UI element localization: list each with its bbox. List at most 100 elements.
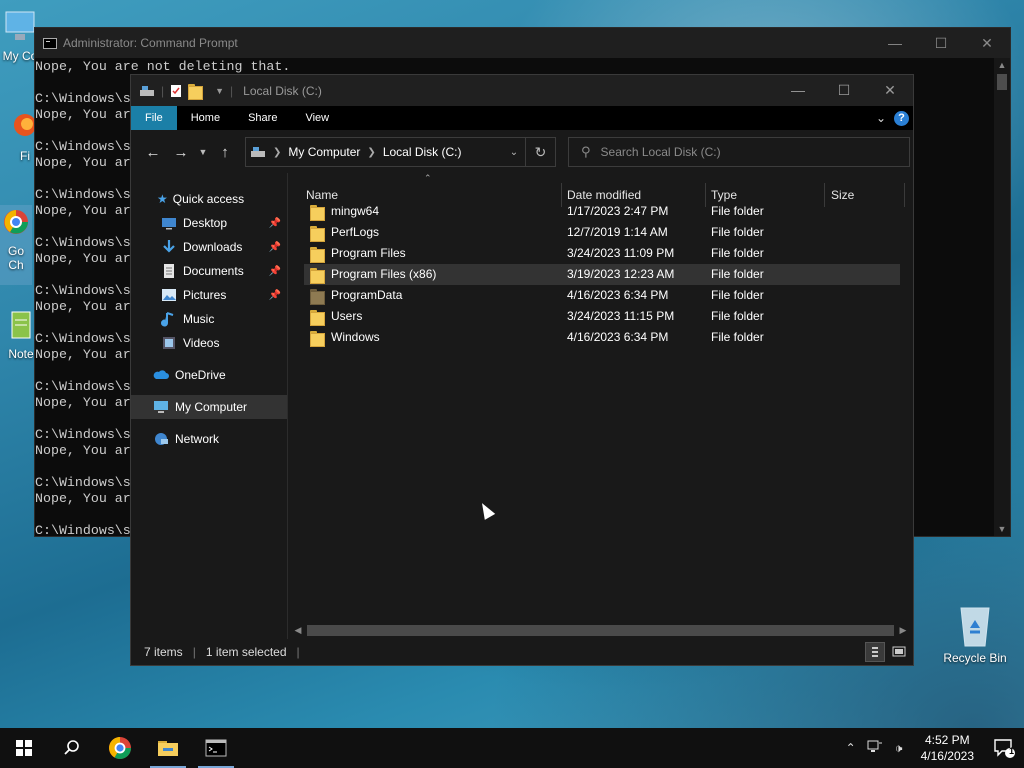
network-status-icon[interactable] [863,740,887,757]
desktop-icon-google-chrome[interactable]: Go Ch [0,205,32,285]
file-name: Program Files (x86) [331,267,437,281]
file-date-modified: 1/17/2023 2:47 PM [567,204,669,218]
sidebar-item-music[interactable]: Music [131,307,287,331]
pin-icon[interactable]: 📌 [269,266,281,277]
minimize-button[interactable]: — [775,82,821,99]
downloads-icon [163,240,175,253]
pin-icon[interactable]: 📌 [269,218,281,229]
breadcrumb-my-computer[interactable]: My Computer [288,145,360,159]
breadcrumb-chevron-icon[interactable]: ❯ [367,147,375,158]
sidebar-item-label: Desktop [183,216,228,230]
search-box[interactable]: ⚲ [568,137,910,167]
explorer-title: Local Disk (C:) [243,83,322,98]
table-row[interactable]: PerfLogs 12/7/2019 1:14 AM File folder [304,222,900,243]
table-row[interactable]: mingw64 1/17/2023 2:47 PM File folder [304,201,900,222]
sidebar-item-documents[interactable]: Documents 📌 [131,259,287,283]
sidebar-item-label: Pictures [183,288,227,302]
sidebar-item-label: OneDrive [175,368,226,382]
forward-arrow-icon[interactable]: → [167,144,195,161]
sidebar-item-my-computer[interactable]: My Computer [131,395,287,419]
table-row[interactable]: ProgramData 4/16/2023 6:34 PM File folder [304,285,900,306]
navigation-pane: ★ Quick access Desktop 📌 Downloads 📌 Documen… [131,173,288,639]
up-arrow-icon[interactable]: ↑ [211,144,239,161]
scroll-thumb[interactable] [997,74,1007,90]
tab-home[interactable]: Home [177,106,234,130]
expand-ribbon-icon[interactable]: ⌄ [876,111,886,125]
sidebar-item-onedrive[interactable]: OneDrive [131,363,287,387]
table-row[interactable]: Users 3/24/2023 11:15 PM File folder [304,306,900,327]
clock[interactable]: 4:52 PM 4/16/2023 [911,732,984,764]
sidebar-item-pictures[interactable]: Pictures 📌 [131,283,287,307]
scroll-thumb[interactable] [307,625,894,636]
file-explorer-window[interactable]: | ▼ | Local Disk (C:) — ☐ ✕ File Home Sh… [130,74,914,666]
large-icons-view-icon[interactable] [889,642,909,662]
desktop-icon-notepad[interactable]: Note [6,308,36,361]
close-button[interactable]: ✕ [867,82,913,99]
maximize-button[interactable]: ☐ [821,82,867,99]
details-view-icon[interactable] [865,642,885,662]
refresh-icon[interactable]: ↻ [525,138,555,166]
file-type: File folder [711,204,764,218]
pin-icon[interactable]: 📌 [269,242,281,253]
address-bar[interactable]: ❯ My Computer ❯ Local Disk (C:) ⌄ ↻ [245,137,556,167]
cmd-app-icon [43,37,57,49]
sidebar-item-quick-access[interactable]: ★ Quick access [131,187,287,211]
back-arrow-icon[interactable]: ← [139,144,167,161]
minimize-button[interactable]: — [872,35,918,52]
file-name: ProgramData [331,288,403,302]
search-input[interactable] [600,145,891,159]
breadcrumb-chevron-icon[interactable]: ❯ [273,147,281,158]
recent-locations-icon[interactable]: ▼ [195,147,211,157]
action-center-button[interactable]: 1 [984,728,1024,768]
scroll-down-icon[interactable]: ▼ [994,524,1010,534]
tab-file[interactable]: File [131,106,177,130]
properties-icon[interactable] [170,84,182,98]
taskbar-command-prompt[interactable] [192,728,240,768]
close-button[interactable]: ✕ [964,35,1010,52]
taskbar-file-explorer[interactable] [144,728,192,768]
start-button[interactable] [0,728,48,768]
scroll-up-icon[interactable]: ▲ [994,60,1010,70]
show-hidden-icons-icon[interactable]: ⌃ [839,741,863,755]
table-row[interactable]: Program Files (x86) 3/19/2023 12:23 AM Fil… [304,264,900,285]
desktop-icon-label: Go Ch [7,244,24,272]
tab-share[interactable]: Share [234,106,291,130]
selection-count: 1 item selected [205,645,287,659]
qat-dropdown-icon[interactable]: ▼ [215,86,224,96]
horizontal-scrollbar[interactable]: ◀ ▶ [288,622,913,639]
new-folder-icon[interactable] [188,83,204,100]
explorer-titlebar[interactable]: | ▼ | Local Disk (C:) — ☐ ✕ [131,75,913,106]
taskbar-chrome[interactable] [96,728,144,768]
scroll-left-icon[interactable]: ◀ [290,622,306,639]
desktop-icon-firefox[interactable]: Fi [14,112,36,163]
table-row[interactable]: Program Files 3/24/2023 11:09 PM File fold… [304,243,900,264]
folder-icon [310,330,325,347]
pin-icon[interactable]: 📌 [269,290,281,301]
taskbar: ⌃ 🕩 4:52 PM 4/16/2023 1 [0,728,1024,768]
sidebar-item-videos[interactable]: Videos [131,331,287,355]
tab-view[interactable]: View [291,106,343,130]
sidebar-item-label: Music [183,312,215,326]
search-button[interactable] [48,728,96,768]
sidebar-item-network[interactable]: Network [131,427,287,451]
clock-date: 4/16/2023 [920,749,974,763]
help-icon[interactable]: ? [894,110,909,126]
table-row[interactable]: Windows 4/16/2023 6:34 PM File folder [304,327,900,348]
scroll-right-icon[interactable]: ▶ [895,622,911,639]
volume-icon[interactable]: 🕩 [887,741,911,756]
file-date-modified: 3/24/2023 11:15 PM [567,309,675,323]
desktop-icon-label: My Co [2,49,38,63]
search-icon: ⚲ [581,144,591,159]
breadcrumb-local-disk[interactable]: Local Disk (C:) [383,145,462,159]
sidebar-item-desktop[interactable]: Desktop 📌 [131,211,287,235]
address-dropdown-icon[interactable]: ⌄ [503,147,525,158]
cmd-vertical-scrollbar[interactable]: ▲ ▼ [994,58,1010,536]
search-icon [64,740,79,755]
file-type: File folder [711,246,764,260]
sidebar-item-downloads[interactable]: Downloads 📌 [131,235,287,259]
desktop-icon-recycle-bin[interactable]: Recycle Bin [940,602,1010,665]
drive-icon [251,147,265,157]
file-list[interactable]: ⌃ Name Date modified Type Size mingw64 1/… [288,173,913,639]
maximize-button[interactable]: ☐ [918,35,964,52]
cmd-titlebar[interactable]: Administrator: Command Prompt — ☐ ✕ [35,28,1010,58]
